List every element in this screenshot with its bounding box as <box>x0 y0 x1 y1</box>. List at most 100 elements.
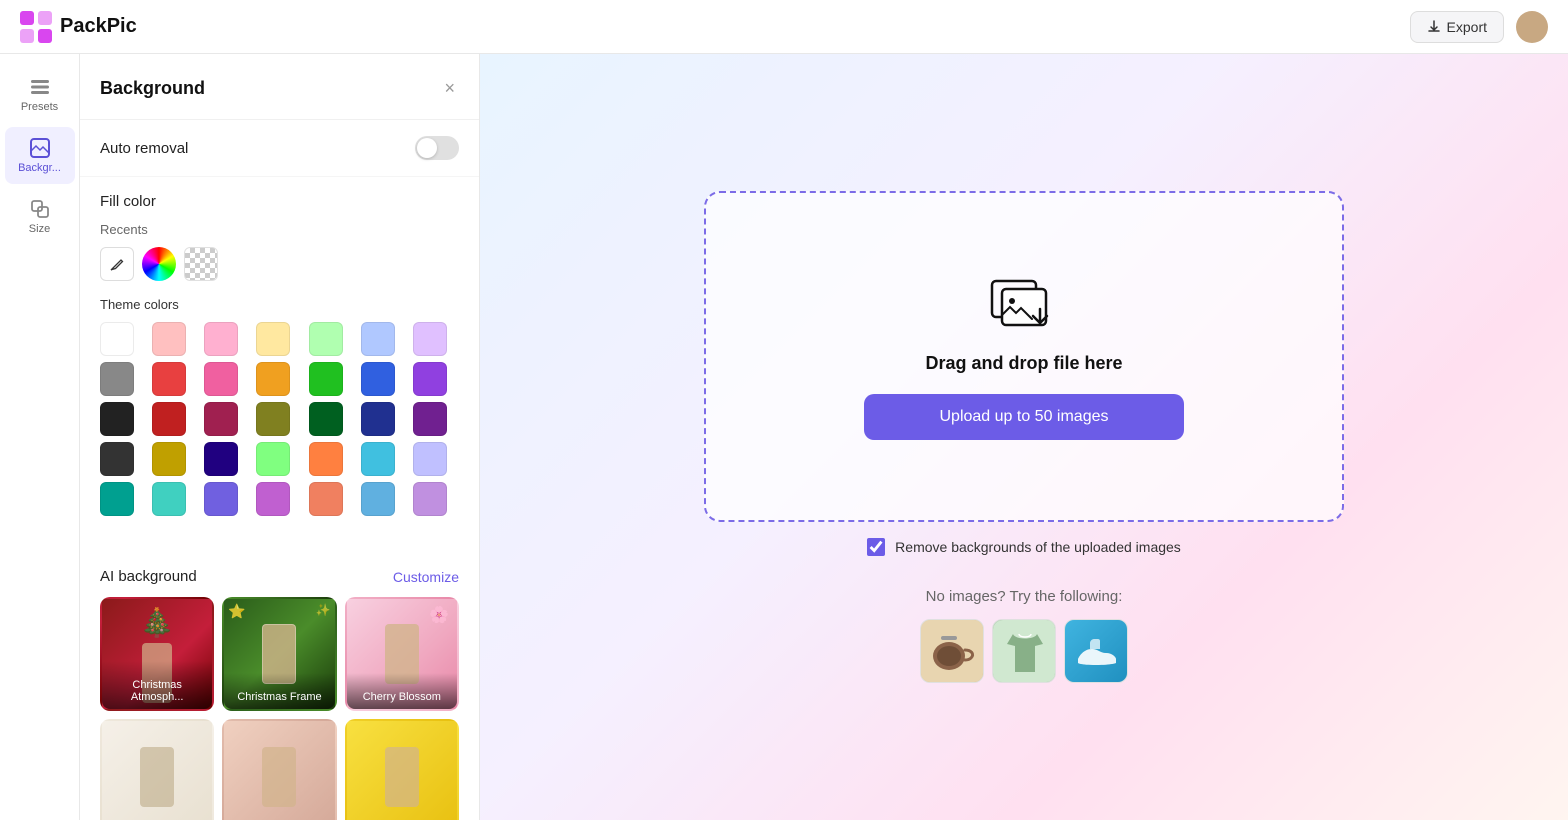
color-swatch-31[interactable] <box>256 482 290 516</box>
fill-color-title: Fill color <box>100 193 459 210</box>
packpic-logo-icon <box>20 11 52 43</box>
ai-card-christmas-frame[interactable]: ⭐ ✨Christmas Frame <box>222 597 336 711</box>
sample-image-shirt[interactable] <box>992 619 1056 683</box>
ai-card-row2-1[interactable] <box>100 719 214 820</box>
color-swatch-15[interactable] <box>152 402 186 436</box>
color-swatch-8[interactable] <box>152 362 186 396</box>
sample-image-coffee[interactable] <box>920 619 984 683</box>
layers-icon <box>29 76 51 98</box>
recents-label: Recents <box>100 222 459 237</box>
color-swatch-0[interactable] <box>100 322 134 356</box>
color-swatch-28[interactable] <box>100 482 134 516</box>
sidebar-presets-label: Presets <box>21 101 58 113</box>
sidebar-item-presets[interactable]: Presets <box>5 66 75 123</box>
color-swatch-29[interactable] <box>152 482 186 516</box>
color-swatch-26[interactable] <box>361 442 395 476</box>
color-swatch-34[interactable] <box>413 482 447 516</box>
shirt-icon <box>993 620 1056 683</box>
color-swatch-2[interactable] <box>204 322 238 356</box>
header-right: Export <box>1410 11 1548 43</box>
logo: PackPic <box>20 11 137 43</box>
color-swatch-6[interactable] <box>413 322 447 356</box>
fill-color-section: Fill color Recents Theme colors <box>80 177 479 552</box>
no-images-text: No images? Try the following: <box>926 588 1123 605</box>
ai-card-label: Christmas Frame <box>224 673 334 709</box>
color-swatch-16[interactable] <box>204 402 238 436</box>
upload-button[interactable]: Upload up to 50 images <box>864 394 1184 440</box>
recents-row <box>100 247 459 281</box>
color-swatch-7[interactable] <box>100 362 134 396</box>
export-button[interactable]: Export <box>1410 11 1504 43</box>
customize-link[interactable]: Customize <box>393 569 459 585</box>
color-swatch-21[interactable] <box>100 442 134 476</box>
sample-image-shoe[interactable] <box>1064 619 1128 683</box>
color-swatch-20[interactable] <box>413 402 447 436</box>
auto-removal-section: Auto removal <box>80 120 479 177</box>
ai-card-cherry-blossom[interactable]: 🌸Cherry Blossom <box>345 597 459 711</box>
color-swatch-9[interactable] <box>204 362 238 396</box>
sidebar-background-label: Backgr... <box>18 162 61 174</box>
drop-zone[interactable]: Drag and drop file here Upload up to 50 … <box>704 191 1344 522</box>
color-swatch-30[interactable] <box>204 482 238 516</box>
color-swatch-27[interactable] <box>413 442 447 476</box>
ai-card-row2-3[interactable] <box>345 719 459 820</box>
theme-colors-title: Theme colors <box>100 297 459 312</box>
ai-card-row2-2[interactable] <box>222 719 336 820</box>
remove-bg-row: Remove backgrounds of the uploaded image… <box>867 538 1181 556</box>
color-swatch-5[interactable] <box>361 322 395 356</box>
color-swatch-14[interactable] <box>100 402 134 436</box>
app-name: PackPic <box>60 15 137 38</box>
color-swatch-18[interactable] <box>309 402 343 436</box>
color-swatch-17[interactable] <box>256 402 290 436</box>
background-icon <box>29 137 51 159</box>
color-swatch-33[interactable] <box>361 482 395 516</box>
color-swatch-32[interactable] <box>309 482 343 516</box>
ai-cards-grid: 🎄 Christmas Atmosph... ⭐ ✨Christmas Fram… <box>100 597 459 820</box>
header: PackPic Export <box>0 0 1568 54</box>
drag-drop-text: Drag and drop file here <box>925 353 1122 374</box>
sample-images-row <box>920 619 1128 683</box>
color-swatch-1[interactable] <box>152 322 186 356</box>
color-swatch-13[interactable] <box>413 362 447 396</box>
sidebar-item-size[interactable]: Size <box>5 188 75 245</box>
coffee-icon <box>921 620 984 683</box>
background-panel: Background × Auto removal Fill color Rec… <box>80 54 480 820</box>
panel-title: Background <box>100 78 205 99</box>
ai-background-section: AI background Customize 🎄 Christmas Atmo… <box>80 552 479 820</box>
sidebar-item-background[interactable]: Backgr... <box>5 127 75 184</box>
color-swatch-19[interactable] <box>361 402 395 436</box>
remove-bg-label: Remove backgrounds of the uploaded image… <box>895 539 1181 555</box>
auto-removal-row: Auto removal <box>100 136 459 160</box>
size-icon <box>29 198 51 220</box>
color-swatch-3[interactable] <box>256 322 290 356</box>
color-swatch-10[interactable] <box>256 362 290 396</box>
sidebar-size-label: Size <box>29 223 50 235</box>
export-label: Export <box>1447 19 1487 35</box>
pen-icon <box>109 256 125 272</box>
color-swatch-22[interactable] <box>152 442 186 476</box>
upload-images-icon <box>988 273 1060 333</box>
ai-background-title: AI background <box>100 568 197 585</box>
color-swatch-12[interactable] <box>361 362 395 396</box>
ai-card-label: Cherry Blossom <box>347 673 457 709</box>
color-picker-swatch[interactable] <box>100 247 134 281</box>
panel-close-button[interactable]: × <box>440 74 459 103</box>
color-swatch-24[interactable] <box>256 442 290 476</box>
remove-bg-checkbox[interactable] <box>867 538 885 556</box>
app-layout: Presets Backgr... Size Background × Auto <box>0 54 1568 820</box>
transparent-swatch[interactable] <box>184 247 218 281</box>
auto-removal-toggle[interactable] <box>415 136 459 160</box>
color-swatch-25[interactable] <box>309 442 343 476</box>
user-avatar[interactable] <box>1516 11 1548 43</box>
panel-header: Background × <box>80 54 479 120</box>
rainbow-swatch[interactable] <box>142 247 176 281</box>
theme-colors-grid <box>100 322 459 516</box>
color-swatch-4[interactable] <box>309 322 343 356</box>
sidebar-icons: Presets Backgr... Size <box>0 54 80 820</box>
ai-card-christmas-atm[interactable]: 🎄 Christmas Atmosph... <box>100 597 214 711</box>
shoe-icon <box>1072 627 1120 675</box>
color-swatch-23[interactable] <box>204 442 238 476</box>
ai-background-header: AI background Customize <box>100 568 459 585</box>
main-canvas-area: Drag and drop file here Upload up to 50 … <box>480 54 1568 820</box>
color-swatch-11[interactable] <box>309 362 343 396</box>
